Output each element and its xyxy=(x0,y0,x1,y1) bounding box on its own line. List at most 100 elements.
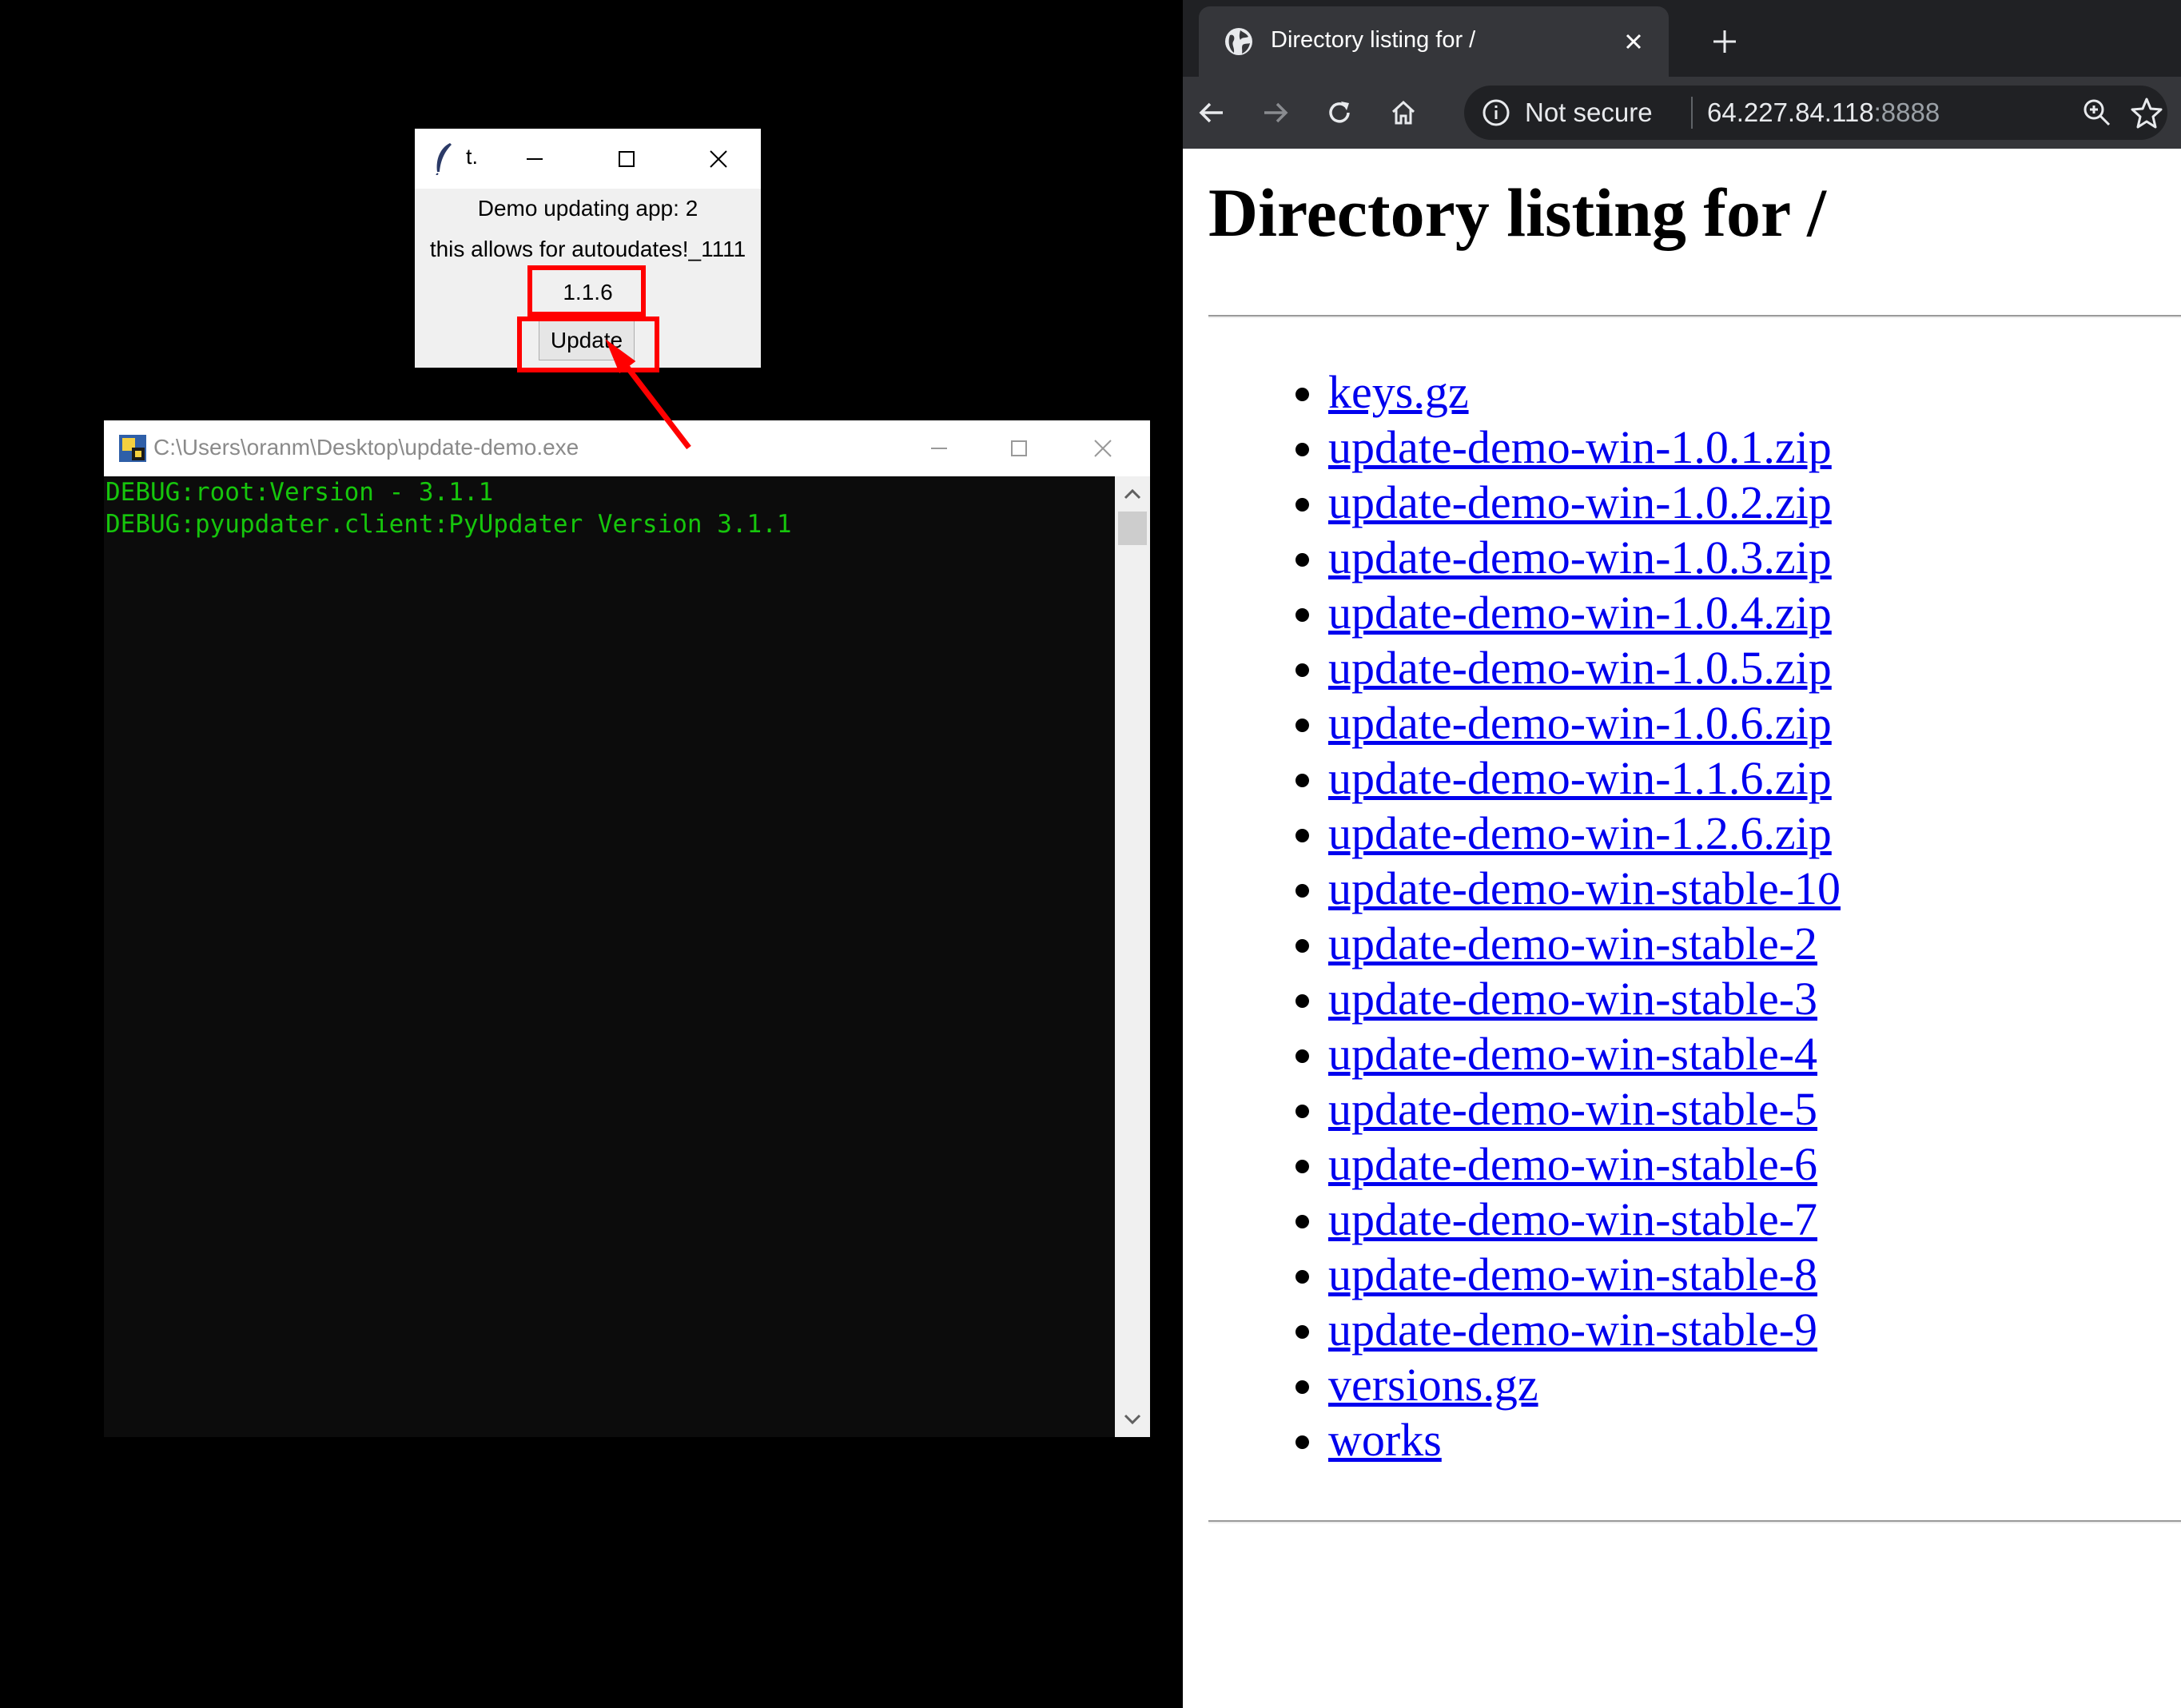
tab-close-button[interactable] xyxy=(1614,22,1653,61)
file-link[interactable]: update-demo-win-1.2.6.zip xyxy=(1328,807,1832,859)
file-link[interactable]: update-demo-win-1.0.6.zip xyxy=(1328,697,1832,749)
file-link[interactable]: update-demo-win-1.1.6.zip xyxy=(1328,752,1832,804)
list-item: update-demo-win-1.0.3.zip xyxy=(1328,530,1841,585)
console-line: DEBUG:root:Version - 3.1.1 xyxy=(105,478,494,507)
scroll-up-button[interactable] xyxy=(1115,476,1150,512)
file-link[interactable]: update-demo-win-stable-5 xyxy=(1328,1083,1817,1135)
list-item: update-demo-win-stable-9 xyxy=(1328,1302,1841,1357)
close-icon xyxy=(710,150,727,168)
console-output[interactable]: DEBUG:root:Version - 3.1.1 DEBUG:pyupdat… xyxy=(104,476,1115,1437)
arrow-left-icon xyxy=(1199,102,1223,123)
app-description-label: this allows for autoudates!_1111 xyxy=(429,237,746,261)
globe-icon xyxy=(1225,28,1252,55)
file-link[interactable]: update-demo-win-1.0.5.zip xyxy=(1328,642,1832,694)
python-app-icon xyxy=(119,435,146,462)
list-item: update-demo-win-stable-6 xyxy=(1328,1137,1841,1192)
console-minimize-button[interactable] xyxy=(903,424,975,472)
new-tab-button[interactable] xyxy=(1702,19,1747,64)
arrow-right-icon xyxy=(1264,102,1288,123)
list-item: versions.gz xyxy=(1328,1357,1841,1412)
file-link[interactable]: update-demo-win-1.0.2.zip xyxy=(1328,476,1832,528)
file-link[interactable]: update-demo-win-stable-9 xyxy=(1328,1304,1817,1356)
console-maximize-button[interactable] xyxy=(983,424,1055,472)
reload-button[interactable] xyxy=(1317,90,1362,135)
list-item: update-demo-win-1.0.4.zip xyxy=(1328,585,1841,640)
file-link[interactable]: update-demo-win-stable-2 xyxy=(1328,918,1817,969)
list-item: keys.gz xyxy=(1328,364,1841,420)
minimize-button[interactable] xyxy=(503,135,567,183)
file-link[interactable]: update-demo-win-stable-6 xyxy=(1328,1138,1817,1190)
home-icon xyxy=(1391,100,1415,125)
page-content: Directory listing for / keys.gzupdate-de… xyxy=(1183,149,2181,1708)
scroll-thumb[interactable] xyxy=(1118,512,1147,545)
browser-tab[interactable]: Directory listing for / xyxy=(1199,6,1669,77)
list-item: update-demo-win-1.0.1.zip xyxy=(1328,420,1841,475)
list-item: update-demo-win-stable-3 xyxy=(1328,971,1841,1026)
tab-title: Directory listing for / xyxy=(1271,27,1476,53)
close-icon xyxy=(1094,440,1112,457)
feather-icon xyxy=(436,143,452,175)
console-close-button[interactable] xyxy=(1067,424,1139,472)
list-item: update-demo-win-1.0.5.zip xyxy=(1328,640,1841,695)
plus-icon xyxy=(1713,30,1736,53)
file-link[interactable]: update-demo-win-1.0.3.zip xyxy=(1328,532,1832,583)
list-item: update-demo-win-stable-5 xyxy=(1328,1081,1841,1137)
list-item: update-demo-win-1.1.6.zip xyxy=(1328,750,1841,806)
reload-icon xyxy=(1329,102,1350,123)
version-highlight-box xyxy=(527,265,646,317)
update-button-highlight-box xyxy=(517,317,659,372)
console-titlebar[interactable]: C:\Users\oranm\Desktop\update-demo.exe xyxy=(104,420,1150,476)
info-icon[interactable] xyxy=(1480,97,1512,129)
forward-button[interactable] xyxy=(1253,90,1298,135)
file-link[interactable]: update-demo-win-stable-4 xyxy=(1328,1028,1817,1080)
file-link[interactable]: keys.gz xyxy=(1328,366,1469,418)
address-bar[interactable]: Not secure 64.227.84.118:8888 xyxy=(1464,86,2167,140)
divider-bottom xyxy=(1208,1520,2181,1523)
file-list: keys.gzupdate-demo-win-1.0.1.zipupdate-d… xyxy=(1183,364,1841,1467)
maximize-button[interactable] xyxy=(595,135,659,183)
console-scrollbar[interactable] xyxy=(1115,476,1150,1437)
omnibox-divider xyxy=(1691,97,1693,129)
list-item: update-demo-win-1.2.6.zip xyxy=(1328,806,1841,861)
bookmark-star-icon[interactable] xyxy=(2129,95,2164,130)
file-link[interactable]: update-demo-win-1.0.4.zip xyxy=(1328,587,1832,639)
list-item: update-demo-win-1.0.6.zip xyxy=(1328,695,1841,750)
tk-window-title: t. xyxy=(466,145,479,169)
minimize-icon xyxy=(527,158,543,160)
file-link[interactable]: versions.gz xyxy=(1328,1359,1538,1411)
file-link[interactable]: works xyxy=(1328,1414,1442,1466)
close-icon xyxy=(1626,34,1642,50)
file-link[interactable]: update-demo-win-stable-3 xyxy=(1328,973,1817,1025)
url-text[interactable]: 64.227.84.118:8888 xyxy=(1707,98,1940,128)
list-item: update-demo-win-stable-7 xyxy=(1328,1192,1841,1247)
security-label[interactable]: Not secure xyxy=(1525,98,1653,128)
zoom-icon[interactable] xyxy=(2080,95,2115,130)
list-item: update-demo-win-1.0.2.zip xyxy=(1328,475,1841,530)
file-link[interactable]: update-demo-win-1.0.1.zip xyxy=(1328,421,1832,473)
maximize-icon xyxy=(1011,440,1027,456)
back-button[interactable] xyxy=(1189,90,1234,135)
maximize-icon xyxy=(619,151,635,167)
browser-window: Directory listing for / Not secure 64.22… xyxy=(1183,0,2181,1708)
list-item: works xyxy=(1328,1412,1841,1467)
close-button[interactable] xyxy=(687,135,750,183)
console-line: DEBUG:pyupdater.client:PyUpdater Version… xyxy=(105,510,792,539)
list-item: update-demo-win-stable-8 xyxy=(1328,1247,1841,1302)
scroll-down-button[interactable] xyxy=(1115,1402,1150,1437)
browser-toolbar: Not secure 64.227.84.118:8888 xyxy=(1183,77,2181,149)
minimize-icon xyxy=(931,448,947,449)
page-heading: Directory listing for / xyxy=(1208,174,1827,251)
file-link[interactable]: update-demo-win-stable-7 xyxy=(1328,1193,1817,1245)
app-title-label: Demo updating app: 2 xyxy=(477,196,698,221)
list-item: update-demo-win-stable-10 xyxy=(1328,861,1841,916)
file-link[interactable]: update-demo-win-stable-10 xyxy=(1328,862,1841,914)
file-link[interactable]: update-demo-win-stable-8 xyxy=(1328,1248,1817,1300)
tab-strip: Directory listing for / xyxy=(1183,0,2181,77)
list-item: update-demo-win-stable-4 xyxy=(1328,1026,1841,1081)
tk-titlebar[interactable]: t. xyxy=(415,129,761,189)
url-host: 64.227.84.118 xyxy=(1707,98,1874,127)
console-window-title: C:\Users\oranm\Desktop\update-demo.exe xyxy=(153,435,579,460)
home-button[interactable] xyxy=(1381,90,1426,135)
chevron-down-icon xyxy=(1124,1414,1141,1425)
url-port: :8888 xyxy=(1873,98,1940,127)
